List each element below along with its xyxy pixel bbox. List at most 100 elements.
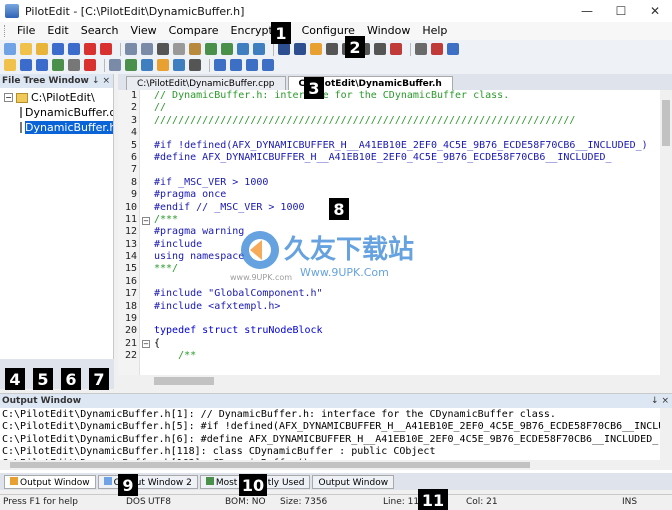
code-line[interactable]: #if _MSC_VER > 1000 <box>154 177 660 189</box>
code-line[interactable] <box>154 127 660 139</box>
code-line[interactable]: #if !defined(AFX_DYNAMICBUFFER_H__A41EB1… <box>154 140 660 152</box>
scroll-thumb[interactable] <box>154 377 214 385</box>
menu-view[interactable]: View <box>125 22 163 40</box>
code-line[interactable]: ////////////////////////////////////////… <box>154 115 660 127</box>
replace-icon[interactable] <box>221 43 233 55</box>
undo-icon[interactable] <box>125 43 137 55</box>
compare-icon[interactable] <box>374 43 386 55</box>
code-line[interactable]: #pragma warning <box>154 226 660 238</box>
download-icon[interactable] <box>173 59 185 71</box>
minimize-button[interactable]: — <box>570 0 604 22</box>
ftp-save-icon[interactable] <box>20 59 32 71</box>
output-horizontal-scrollbar[interactable] <box>0 460 672 470</box>
fold-toggle-icon[interactable]: − <box>142 217 150 225</box>
new-file-icon[interactable] <box>4 43 16 55</box>
sort-icon[interactable] <box>125 59 137 71</box>
scroll-thumb[interactable] <box>662 100 670 146</box>
help-icon[interactable] <box>447 43 459 55</box>
menu-search[interactable]: Search <box>75 22 125 40</box>
paste-icon[interactable] <box>189 43 201 55</box>
record-macro-icon[interactable] <box>390 43 402 55</box>
tree-root[interactable]: − C:\PilotEdit\ <box>0 90 113 105</box>
output-line[interactable]: C:\PilotEdit\DynamicBuffer.h[1]: // Dyna… <box>2 409 660 421</box>
code-line[interactable]: #define AFX_DYNAMICBUFFER_H__A41EB10E_2E… <box>154 152 660 164</box>
tab-output-window-3[interactable]: Output Window <box>312 474 395 489</box>
file-tree-pin-close[interactable]: ↓ × <box>92 74 113 88</box>
list-icon[interactable] <box>141 59 153 71</box>
code-editor[interactable]: 1 2 3 4 5 6 7 8 9 10 11 12 13 14 15 16 17 18 19 20 21 22 − − … <box>118 90 672 375</box>
split-icon[interactable] <box>189 59 201 71</box>
code-line[interactable]: #pragma once <box>154 189 660 201</box>
code-line[interactable]: #include <box>154 239 660 251</box>
tab-output-window[interactable]: Output Window <box>4 474 96 489</box>
ftp-upload-icon[interactable] <box>36 59 48 71</box>
outdent-icon[interactable] <box>294 43 306 55</box>
tree-item-cpp[interactable]: DynamicBuffer.cpp <box>0 105 113 120</box>
close-button[interactable]: ✕ <box>638 0 672 22</box>
menu-grip[interactable] <box>4 25 7 37</box>
ftp-folder-icon[interactable] <box>4 59 16 71</box>
window-cascade-icon[interactable] <box>230 59 242 71</box>
maximize-button[interactable]: ☐ <box>604 0 638 22</box>
open-recent-icon[interactable] <box>36 43 48 55</box>
code-line[interactable]: // <box>154 102 660 114</box>
stop-icon[interactable] <box>431 43 443 55</box>
collapse-icon[interactable]: − <box>4 93 13 102</box>
view-mode-icon[interactable] <box>109 59 121 71</box>
code-line[interactable]: #include "GlobalComponent.h" <box>154 288 660 300</box>
code-line[interactable]: /*** <box>154 214 660 226</box>
code-line[interactable]: typedef struct struNodeBlock <box>154 325 660 337</box>
output-line[interactable]: C:\PilotEdit\DynamicBuffer.h[118]: class… <box>2 446 660 458</box>
ftp-disconnect-icon[interactable] <box>84 59 96 71</box>
save-icon[interactable] <box>52 43 64 55</box>
redo-icon[interactable] <box>141 43 153 55</box>
code-line[interactable]: ***/ <box>154 263 660 275</box>
open-folder-icon[interactable] <box>20 43 32 55</box>
tab-output-window-2[interactable]: Output Window 2 <box>97 474 198 489</box>
ftp-refresh-icon[interactable] <box>52 59 64 71</box>
save-all-icon[interactable] <box>68 43 80 55</box>
menu-compare[interactable]: Compare <box>163 22 225 40</box>
code-line[interactable] <box>154 276 660 288</box>
code-line[interactable]: #endif // _MSC_VER > 1000 <box>154 202 660 214</box>
code-line[interactable]: /** <box>154 350 660 362</box>
bookmark-icon[interactable] <box>310 43 322 55</box>
status-encoding[interactable]: UTF8 <box>148 495 171 510</box>
window-prev-icon[interactable] <box>262 59 274 71</box>
status-eol[interactable]: DOS <box>126 495 146 510</box>
scroll-thumb[interactable] <box>10 462 530 468</box>
output-line[interactable]: C:\PilotEdit\DynamicBuffer.h[5]: #if !de… <box>2 421 660 433</box>
close-file-icon[interactable] <box>84 43 96 55</box>
window-tile-icon[interactable] <box>214 59 226 71</box>
code-text-area[interactable]: // DynamicBuffer.h: interface for the CD… <box>154 90 660 375</box>
goto-line-icon[interactable] <box>253 43 265 55</box>
settings-icon[interactable] <box>415 43 427 55</box>
code-line[interactable]: // DynamicBuffer.h: interface for the CD… <box>154 90 660 102</box>
ftp-settings-icon[interactable] <box>68 59 80 71</box>
close-all-icon[interactable] <box>100 43 112 55</box>
column-mode-icon[interactable] <box>326 43 338 55</box>
output-pin-close[interactable]: ↓ × <box>651 394 672 408</box>
editor-horizontal-scrollbar[interactable] <box>118 375 672 387</box>
indent-icon[interactable] <box>278 43 290 55</box>
output-line[interactable]: C:\PilotEdit\DynamicBuffer.h[6]: #define… <box>2 434 660 446</box>
fold-toggle-icon[interactable]: − <box>142 340 150 348</box>
find-icon[interactable] <box>205 43 217 55</box>
cut-icon[interactable] <box>157 43 169 55</box>
find-in-files-icon[interactable] <box>237 43 249 55</box>
menu-edit[interactable]: Edit <box>41 22 74 40</box>
code-line[interactable]: { <box>154 338 660 350</box>
window-next-icon[interactable] <box>246 59 258 71</box>
code-line[interactable]: using namespace <box>154 251 660 263</box>
upload-icon[interactable] <box>157 59 169 71</box>
code-line[interactable] <box>154 164 660 176</box>
output-vertical-scrollbar[interactable] <box>660 408 672 460</box>
menu-window[interactable]: Window <box>361 22 416 40</box>
copy-icon[interactable] <box>173 43 185 55</box>
menu-file[interactable]: File <box>11 22 41 40</box>
fold-margin[interactable]: − − <box>140 90 152 375</box>
code-line[interactable] <box>154 313 660 325</box>
editor-vertical-scrollbar[interactable] <box>660 90 672 375</box>
menu-help[interactable]: Help <box>416 22 453 40</box>
code-line[interactable]: #include <afxtempl.h> <box>154 301 660 313</box>
